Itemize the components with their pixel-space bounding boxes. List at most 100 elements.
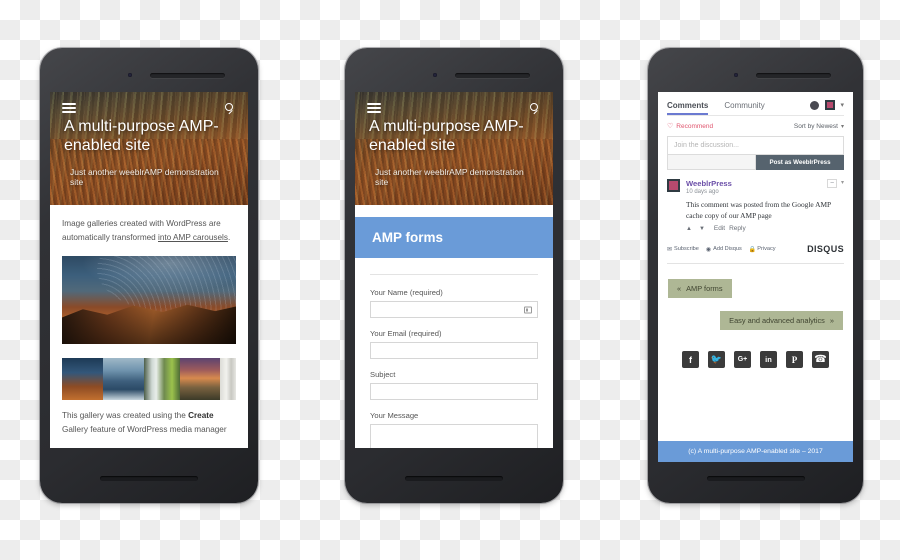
article-paragraph-text-b: . [227,232,231,242]
chevron-up-icon[interactable]: ▲ [686,226,692,232]
chevron-down-icon[interactable]: ▼ [699,226,705,232]
collapse-thread-button[interactable]: − [826,179,837,188]
next-post-button[interactable]: Easy and advanced analytics » [720,311,843,331]
form-field-your-message: Your Message [370,411,538,448]
post-comment-button[interactable]: Post as WeeblrPress [756,155,844,170]
linkedin-icon[interactable]: in [760,351,777,369]
heart-icon[interactable]: ♡ [667,122,673,130]
subscribe-link[interactable]: Subscribe [674,246,699,252]
gallery-thumbnail-carousel[interactable] [62,358,236,401]
phone-3-screen: Comments Community ▾ ♡ Recommend Sort by… [658,92,853,462]
field-label: Subject [370,370,396,379]
site-hero-banner: A multi-purpose AMP-enabled site Just an… [50,92,248,205]
avatar[interactable] [810,100,820,110]
earpiece-speaker [756,73,831,78]
comment-composer-input[interactable]: Join the discussion... [667,136,844,155]
lock-icon[interactable]: 🔒 [749,246,756,253]
disqus-widget: Comments Community ▾ ♡ Recommend Sort by… [658,92,853,265]
earpiece-speaker [455,73,530,78]
comment-actions: ▲ ▼ Edit Reply [686,225,844,232]
twitter-icon[interactable]: 🐦 [708,351,725,369]
message-textarea[interactable] [370,424,538,448]
phone-device-2: A multi-purpose AMP-enabled site Just an… [345,48,563,503]
whatsapp-icon[interactable]: ☎ [812,351,829,369]
phone-device-3: Comments Community ▾ ♡ Recommend Sort by… [648,48,863,503]
tab-comments[interactable]: Comments [667,101,709,115]
site-tagline: Just another weeblrAMP demonstration sit… [375,166,524,187]
earpiece-speaker [150,73,225,78]
sort-label[interactable]: Sort by Newest [794,123,838,130]
disqus-controls-row: ♡ Recommend Sort by Newest ▾ [667,122,844,131]
field-label: Your Email (required) [370,329,442,338]
page-title-bar: AMP forms [355,217,553,258]
google-plus-icon[interactable]: G+ [734,351,751,369]
home-indicator-bar [100,476,198,481]
site-footer-bar: (c) A multi-purpose AMP-enabled site – 2… [658,441,853,462]
amp-carousels-link[interactable]: into AMP carousels [158,233,228,242]
amp-form: Your Name (required) Your Email (require… [355,258,553,448]
prev-post-button[interactable]: « AMP forms [668,279,732,299]
hero-gap [355,205,553,217]
facebook-icon[interactable]: f [682,351,699,369]
envelope-icon[interactable]: ✉ [667,246,672,253]
front-camera-icon [128,73,132,77]
pinterest-glyph: P [791,354,798,365]
input-badge-icon [524,306,532,313]
article-paragraph: Image galleries created with WordPress a… [62,217,236,244]
collapse-label: − [829,180,835,187]
comment-author[interactable]: WeeblrPress [686,179,827,188]
site-title: A multi-purpose AMP-enabled site [369,118,524,154]
pinterest-icon[interactable]: P [786,351,803,369]
site-title: A multi-purpose AMP-enabled site [64,118,219,154]
disqus-footer-bar: ✉ Subscribe ◉ Add Disqus 🔒 Privacy DISQU… [667,244,844,254]
field-label: Your Name (required) [370,288,443,297]
tab-community[interactable]: Community [724,101,764,110]
disqus-tab-bar: Comments Community ▾ [667,100,844,116]
recommend-button[interactable]: Recommend [676,123,713,130]
gallery-thumbnail[interactable] [180,358,220,401]
disqus-brand-logo[interactable]: DISQUS [807,244,844,254]
disqus-d-icon[interactable]: ◉ [706,246,711,253]
field-label: Your Message [370,411,419,420]
gallery-caption: This gallery was created using the Creat… [62,409,236,436]
add-disqus-link[interactable]: Add Disqus [713,246,742,252]
gallery-thumbnail[interactable] [62,358,103,401]
form-field-your-name: Your Name (required) [370,288,538,318]
chevron-down-icon[interactable]: ▾ [840,101,844,109]
page-title: AMP forms [372,230,444,245]
comment-timestamp: 10 days ago [686,189,719,195]
avatar[interactable] [667,179,680,192]
home-indicator-bar [405,476,503,481]
site-tagline: Just another weeblrAMP demonstration sit… [70,166,219,187]
google-plus-glyph: G+ [737,356,748,364]
phone-1-article: Image galleries created with WordPress a… [50,205,248,437]
gallery-thumbnail[interactable] [103,358,144,401]
chevron-down-icon[interactable]: ▾ [841,123,844,130]
social-share-row: f 🐦 G+ in P ☎ [658,351,853,369]
comment-text: This comment was posted from the Google … [686,200,831,221]
post-pagination: « AMP forms Easy and advanced analytics … [658,264,853,331]
chevron-right-double-icon: » [829,316,834,326]
edit-comment-link[interactable]: Edit [714,225,725,232]
phone-2-screen: A multi-purpose AMP-enabled site Just an… [355,92,553,448]
avatar[interactable] [825,100,836,110]
site-hero-banner: A multi-purpose AMP-enabled site Just an… [355,92,553,205]
email-input[interactable] [370,342,538,359]
front-camera-icon [433,73,437,77]
subject-input[interactable] [370,383,538,400]
gallery-caption-bold: Create [188,411,214,421]
chevron-down-icon[interactable]: ▾ [841,179,844,186]
privacy-link[interactable]: Privacy [757,246,775,252]
gallery-hero-image[interactable] [62,256,236,345]
gallery-thumbnail[interactable] [220,358,236,401]
gallery-thumbnail[interactable] [144,358,180,401]
chevron-left-double-icon: « [677,284,682,294]
composer-placeholder: Join the discussion... [674,142,739,149]
facebook-glyph: f [689,354,692,365]
name-input[interactable] [370,301,538,318]
form-divider [370,274,538,275]
front-camera-icon [734,73,738,77]
gallery-caption-text: This gallery was created using the [62,411,189,421]
form-field-subject: Subject [370,370,538,400]
reply-comment-link[interactable]: Reply [729,225,746,232]
